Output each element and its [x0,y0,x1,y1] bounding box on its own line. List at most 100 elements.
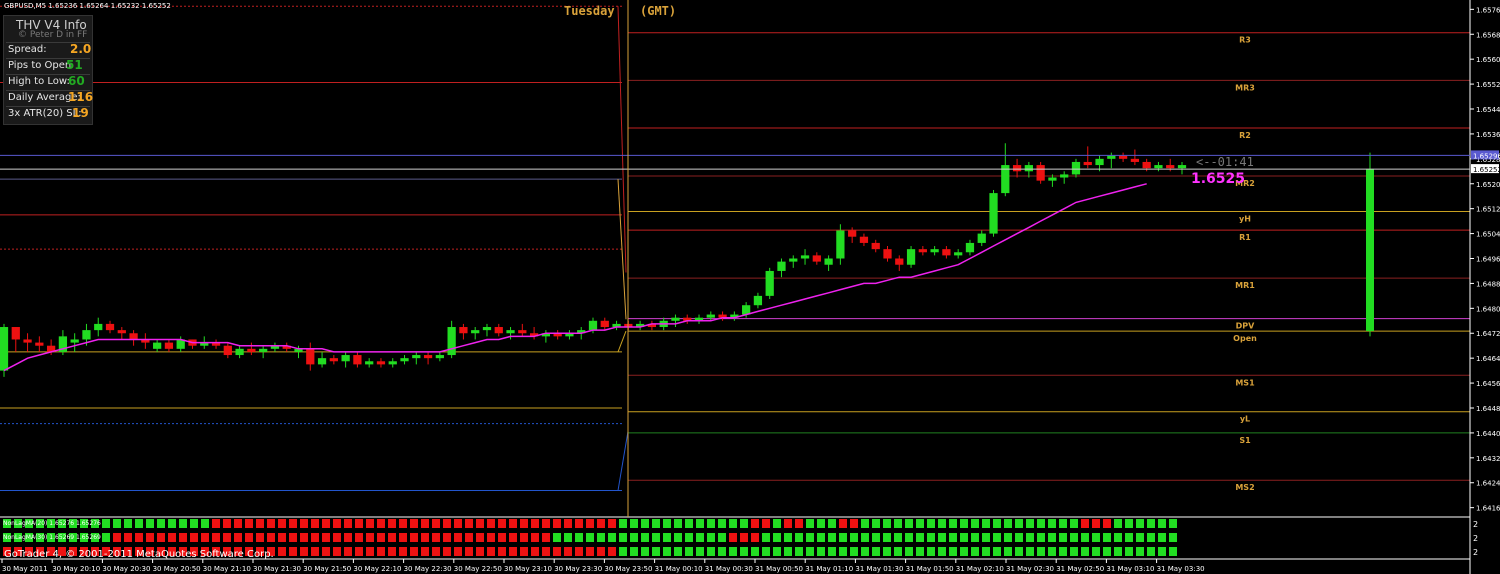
candle-body [1142,161,1151,169]
price-tick-label: 1.64245 [1476,480,1500,488]
info-panel-subtitle: © Peter D in FF [18,30,88,40]
signal-cell [1136,547,1144,556]
signal-cell [454,533,462,542]
time-tick-label: 31 May 01:10 [805,565,853,573]
signal-cell [575,519,583,528]
candle-body [423,355,433,359]
signal-cell [729,533,737,542]
signal-cell [564,533,572,542]
signal-cell [311,533,319,542]
daily-bar [1366,152,1374,337]
pivot-level-label: R1 [1239,233,1251,242]
bar-countdown: <--01:41 [1196,155,1254,169]
signal-cell [850,519,858,528]
signal-cell [784,533,792,542]
pivot-levels: R3MR3R2MR2yHR1MR1DPVOpenMS1yLS1MS2 [628,32,1470,492]
signal-cell [410,547,418,556]
signal-cell [586,519,594,528]
candle-body [164,342,174,349]
signal-cell [509,547,517,556]
signal-cell [608,533,616,542]
signal-cell [443,519,451,528]
time-tick-label: 31 May 02:10 [956,565,1004,573]
candle-body [918,249,927,253]
signal-cell [1004,547,1012,556]
signal-cell [861,533,869,542]
candle-body [588,320,598,331]
signal-row-axis-label: 2 [1473,520,1478,529]
signal-cell [1169,547,1177,556]
signal-cell [1004,519,1012,528]
candle-body [1083,161,1092,166]
info-row-label: 3x ATR(20) SL: [8,108,82,119]
signal-cell [608,519,616,528]
candle-body [848,230,857,237]
signal-cell [718,547,726,556]
info-row-pips-to-open: Pips to Open 51 [6,58,90,74]
info-row-label: High to Low: [8,76,70,87]
candle-body [0,327,9,371]
signal-cell [157,519,165,528]
pivot-level-label: DPV [1236,322,1256,331]
indicator-row-label: NonLagMA(20) 1.65276 1.65276 [3,520,101,527]
signal-cell [674,547,682,556]
pivot-level-label: MR3 [1235,83,1255,92]
signal-cell [234,519,242,528]
signal-cell [619,547,627,556]
signal-cell [740,533,748,542]
signal-cell [894,533,902,542]
candle-body [954,252,963,256]
signal-cell [322,519,330,528]
price-chart[interactable]: R3MR3R2MR2yHR1MR1DPVOpenMS1yLS1MS2 1.657… [0,0,1500,574]
signal-cell [344,547,352,556]
price-tick-label: 1.64565 [1476,380,1500,388]
price-tick-label: 1.64165 [1476,505,1500,513]
signal-cell [366,547,374,556]
signal-cell [1070,533,1078,542]
signal-cell [938,547,946,556]
pivot-level-label: yH [1239,214,1251,223]
candle-body [506,330,515,334]
info-row-high-to-low: High to Low: 60 [6,74,90,90]
signal-cell [1125,519,1133,528]
price-tick-label: 1.65445 [1476,106,1500,114]
pivot-level-label: MS1 [1235,378,1255,387]
candle-body [317,358,327,365]
candle-body [1024,165,1033,172]
signal-cell [135,519,143,528]
signal-cell [333,519,341,528]
signal-cell [509,533,517,542]
signal-cell [960,547,968,556]
candle-body [883,249,892,259]
signal-cell [861,547,869,556]
info-row-label: Spread: [8,44,47,55]
signal-cell [344,533,352,542]
candle-body [341,355,350,362]
candle-body [812,255,821,262]
previous-day-lines [0,5,629,492]
price-tick-label: 1.65125 [1476,206,1500,214]
signal-cell [652,547,660,556]
signal-cell [707,533,715,542]
signal-cell [1070,519,1078,528]
signal-cell [520,533,528,542]
signal-cell [190,519,198,528]
signal-cell [509,519,517,528]
signal-cell [619,533,627,542]
time-tick-label: 30 May 21:50 [303,565,351,573]
pivot-level-label: MS2 [1235,483,1254,492]
signal-cell [1125,533,1133,542]
price-tick-label: 1.65045 [1476,231,1500,239]
candle-body [1154,165,1163,169]
candle-body [329,358,338,362]
signal-cell [333,533,341,542]
signal-cell [278,547,286,556]
time-tick-label: 31 May 02:50 [1056,565,1104,573]
signal-cell [1026,519,1034,528]
candle-body [105,323,115,331]
price-tick-label: 1.64885 [1476,280,1500,288]
signal-cell [146,533,154,542]
signal-cell [465,519,473,528]
signal-cell [476,519,484,528]
signal-cell [993,547,1001,556]
